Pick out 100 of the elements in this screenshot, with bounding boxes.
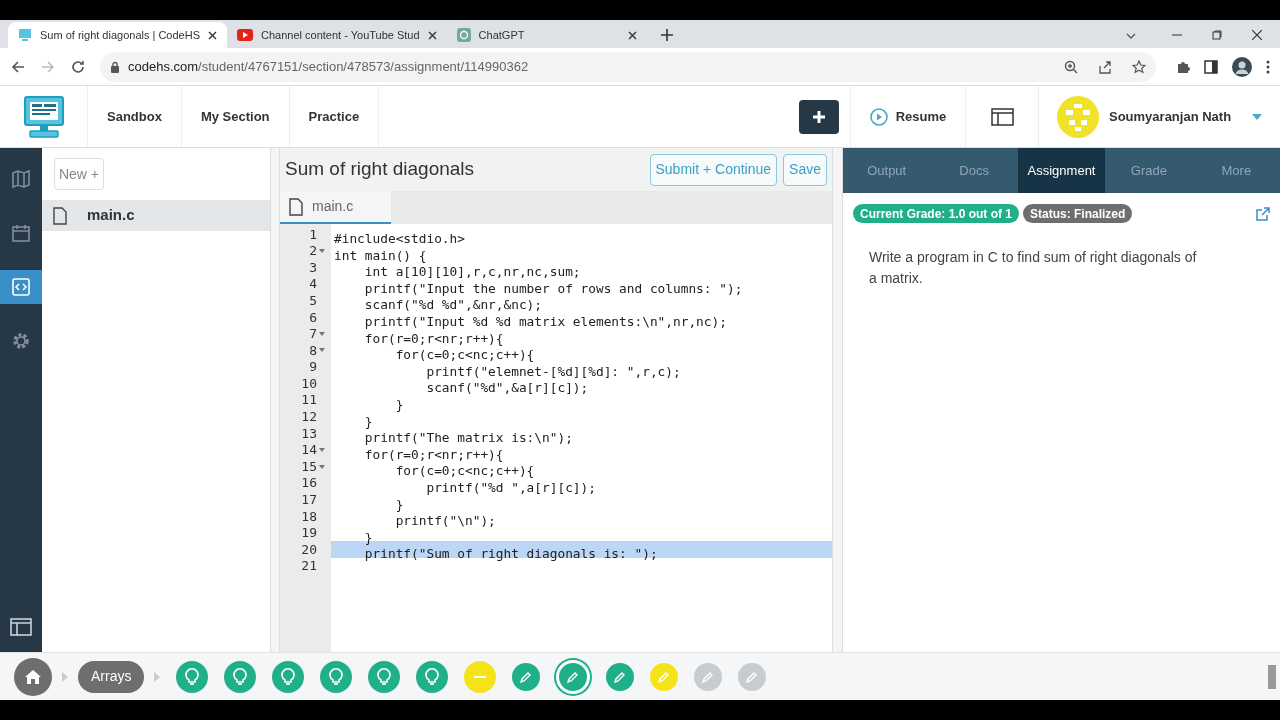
code-line: } xyxy=(394,496,404,512)
user-avatar xyxy=(1057,95,1099,138)
home-button[interactable] xyxy=(14,657,52,696)
restore-icon[interactable] xyxy=(1212,30,1222,40)
line-number: 12 xyxy=(301,408,317,427)
line-number: 5 xyxy=(309,291,317,310)
map-icon xyxy=(11,169,31,189)
line-number: 11 xyxy=(301,391,317,410)
lightbulb-icon xyxy=(185,667,200,686)
exercise-button[interactable] xyxy=(556,659,591,694)
line-number: 3 xyxy=(309,258,317,277)
panel-tab[interactable]: Assignment xyxy=(1017,148,1106,193)
code-line: } xyxy=(363,413,373,429)
resume-button[interactable]: Resume xyxy=(850,86,965,147)
new-file-button[interactable]: New + xyxy=(54,158,104,190)
code-line: printf("elemnet-[%d][%d]: ",r,c); xyxy=(425,363,681,379)
fold-arrow-icon[interactable] xyxy=(319,348,325,353)
address-bar[interactable]: codehs.com/student/4767151/section/478573/assignment/114990362 xyxy=(100,51,1156,82)
zoom-icon[interactable] xyxy=(1064,59,1078,74)
chevron-icon xyxy=(154,671,161,682)
lesson-button[interactable] xyxy=(416,660,449,693)
pencil-icon xyxy=(658,670,671,683)
pencil-icon xyxy=(567,670,580,683)
minus-icon xyxy=(474,675,487,678)
lock-icon xyxy=(110,60,120,73)
puzzle-icon[interactable] xyxy=(1176,59,1190,74)
settings-icon xyxy=(11,331,31,351)
rail-tab[interactable] xyxy=(0,270,42,304)
nav-link[interactable]: My Section xyxy=(181,86,290,147)
reload-icon[interactable] xyxy=(70,58,86,75)
nav-link[interactable]: Sandbox xyxy=(88,86,182,147)
add-button[interactable] xyxy=(799,99,839,134)
back-icon[interactable] xyxy=(10,58,26,75)
line-number: 1 xyxy=(309,225,317,244)
profile-avatar[interactable] xyxy=(1232,56,1252,77)
pencil-icon xyxy=(702,670,715,683)
side-panel-icon[interactable] xyxy=(1204,59,1218,74)
browser-tab[interactable]: Sum of right diagonals | CodeHS xyxy=(8,22,227,48)
lightbulb-icon xyxy=(425,667,440,686)
line-number: 13 xyxy=(301,424,317,443)
lightbulb-icon xyxy=(233,667,248,686)
lesson-button[interactable] xyxy=(320,660,353,693)
code-line: printf("%d ",a[r][c]); xyxy=(425,479,596,495)
lesson-button[interactable] xyxy=(176,660,209,693)
fold-arrow-icon[interactable] xyxy=(319,448,325,452)
code-line: int a[10][10],r,c,nr,nc,sum; xyxy=(363,264,581,280)
code-icon xyxy=(11,277,31,297)
line-number: 10 xyxy=(301,374,317,393)
code-line: for(c=0;c<nc;c++){ xyxy=(394,463,535,479)
browser-tab[interactable]: Channel content - YouTube Stud xyxy=(227,22,447,48)
tab-search-icon[interactable] xyxy=(1126,33,1136,39)
line-number: 18 xyxy=(301,507,317,526)
close-icon[interactable] xyxy=(627,30,637,40)
pencil-icon xyxy=(746,670,759,683)
calendar-icon xyxy=(11,223,31,243)
splitter-handle[interactable] xyxy=(832,148,843,652)
lesson-button[interactable] xyxy=(272,660,305,693)
line-number: 6 xyxy=(309,308,317,327)
forward-icon[interactable] xyxy=(40,58,56,75)
close-icon[interactable] xyxy=(208,30,217,40)
assignment-title: Sum of right diagonals xyxy=(285,157,476,182)
lesson-button[interactable] xyxy=(368,660,401,693)
scrollbar-thumb[interactable] xyxy=(1268,664,1276,689)
lightbulb-icon xyxy=(281,667,296,686)
exercise-button[interactable] xyxy=(512,662,541,691)
code-line: scanf("%d",&a[r][c]); xyxy=(425,380,589,396)
file-item[interactable]: main.c xyxy=(42,200,270,231)
play-favicon-icon xyxy=(237,29,253,41)
share-icon[interactable] xyxy=(1098,59,1112,74)
play-circle-icon xyxy=(869,107,888,126)
pencil-icon xyxy=(614,670,627,683)
close-icon[interactable] xyxy=(1252,30,1262,40)
exercise-button[interactable] xyxy=(606,662,635,691)
user-menu[interactable]: Soumyaranjan Nath xyxy=(1038,86,1280,147)
external-link-icon[interactable] xyxy=(1256,206,1270,221)
fold-arrow-icon[interactable] xyxy=(319,248,325,253)
line-number: 15 xyxy=(301,457,317,476)
star-icon[interactable] xyxy=(1132,59,1146,74)
file-icon xyxy=(53,206,67,225)
splitter-handle[interactable] xyxy=(270,148,280,652)
file-tab[interactable]: main.c xyxy=(280,191,391,224)
new-tab-icon[interactable] xyxy=(660,29,673,41)
status-badge: Current Grade: 1.0 out of 1 xyxy=(853,204,1020,223)
layout-icon[interactable] xyxy=(10,618,32,636)
code-line: scanf("%d %d",&nr,&nc); xyxy=(363,297,543,313)
close-icon[interactable] xyxy=(427,30,437,40)
menu-icon[interactable] xyxy=(1266,59,1270,74)
fold-arrow-icon[interactable] xyxy=(319,331,325,336)
window-icon xyxy=(990,107,1014,126)
browser-tab[interactable]: ChatGPT xyxy=(446,22,647,48)
fold-arrow-icon[interactable] xyxy=(319,464,325,469)
code-line: for(r=0;r<nr;r++){ xyxy=(363,330,504,346)
computer-logo-icon[interactable] xyxy=(23,95,64,138)
nav-link[interactable]: Practice xyxy=(289,86,380,147)
code-line: int main() { xyxy=(334,247,427,263)
unit-button[interactable]: Arrays xyxy=(78,660,145,693)
knot-favicon-icon xyxy=(456,28,471,42)
code-line: } xyxy=(394,396,404,412)
dropdown-icon xyxy=(1252,113,1262,120)
lesson-button[interactable] xyxy=(224,660,257,693)
